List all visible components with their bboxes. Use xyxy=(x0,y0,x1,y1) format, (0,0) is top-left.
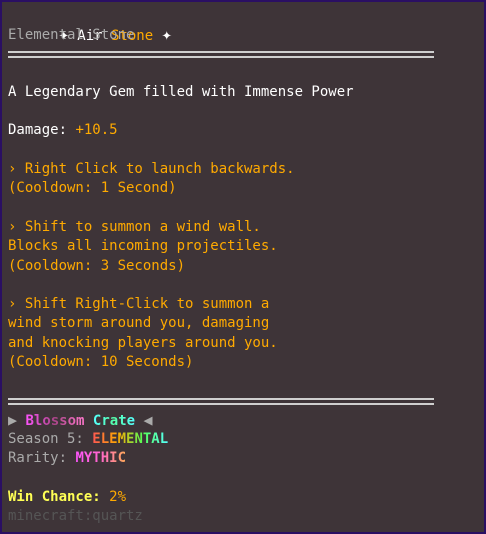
separator-bottom xyxy=(8,397,434,405)
rarity-value: MYTHIC xyxy=(75,450,127,467)
ability-line: wind storm around you, damaging xyxy=(8,315,270,332)
damage-label: Damage: xyxy=(8,122,68,139)
ability-cooldown: (Cooldown: 1 Second) xyxy=(8,180,177,197)
win-chance-label: Win Chance: xyxy=(8,488,101,505)
separator-top xyxy=(8,50,434,58)
item-subtitle: Elemental Stone xyxy=(8,27,135,44)
season-label: Season 5: xyxy=(8,430,84,447)
item-title: ✦ Air Stone ✦ xyxy=(8,7,478,45)
damage-line: Damage: +10.5 xyxy=(8,121,478,140)
ability-line: › Shift to summon a wind wall. xyxy=(8,218,261,235)
item-description: A Legendary Gem filled with Immense Powe… xyxy=(8,83,354,100)
tooltip-content: ✦ Air Stone ✦ Elemental Stone A Legendar… xyxy=(8,7,478,526)
ability-2: › Shift to summon a wind wall. Blocks al… xyxy=(8,218,478,276)
rarity-line: Rarity: MYTHIC xyxy=(8,449,478,468)
sparkle-right-icon: ✦ xyxy=(161,25,172,46)
ability-cooldown: (Cooldown: 3 Seconds) xyxy=(8,257,186,274)
season-value: ELEMENTAL xyxy=(92,430,169,447)
win-chance-value: 2% xyxy=(109,488,127,505)
crate-name-crate: Crate xyxy=(92,412,136,429)
season-line: Season 5: ELEMENTAL xyxy=(8,430,478,449)
ability-cooldown: (Cooldown: 10 Seconds) xyxy=(8,354,194,371)
ability-3: › Shift Right-Click to summon a wind sto… xyxy=(8,295,478,372)
ability-1: › Right Click to launch backwards. (Cool… xyxy=(8,160,478,199)
arrow-right-icon: ▶ xyxy=(8,410,18,429)
ability-line: and knocking players around you. xyxy=(8,334,278,351)
ability-line: Blocks all incoming projectiles. xyxy=(8,238,278,255)
crate-name-blossom: Blossom xyxy=(25,412,85,429)
win-chance-line: Win Chance: 2% xyxy=(8,488,478,507)
crate-title: ▶ Blossom Crate ◀ xyxy=(8,411,478,430)
arrow-left-icon: ◀ xyxy=(143,410,153,429)
item-tooltip: ✦ Air Stone ✦ Elemental Stone A Legendar… xyxy=(0,0,486,534)
ability-line: › Shift Right-Click to summon a xyxy=(8,296,270,313)
rarity-label: Rarity: xyxy=(8,450,68,467)
ability-line: › Right Click to launch backwards. xyxy=(8,161,295,178)
item-id: minecraft:quartz xyxy=(8,508,143,525)
damage-value: +10.5 xyxy=(75,122,118,139)
